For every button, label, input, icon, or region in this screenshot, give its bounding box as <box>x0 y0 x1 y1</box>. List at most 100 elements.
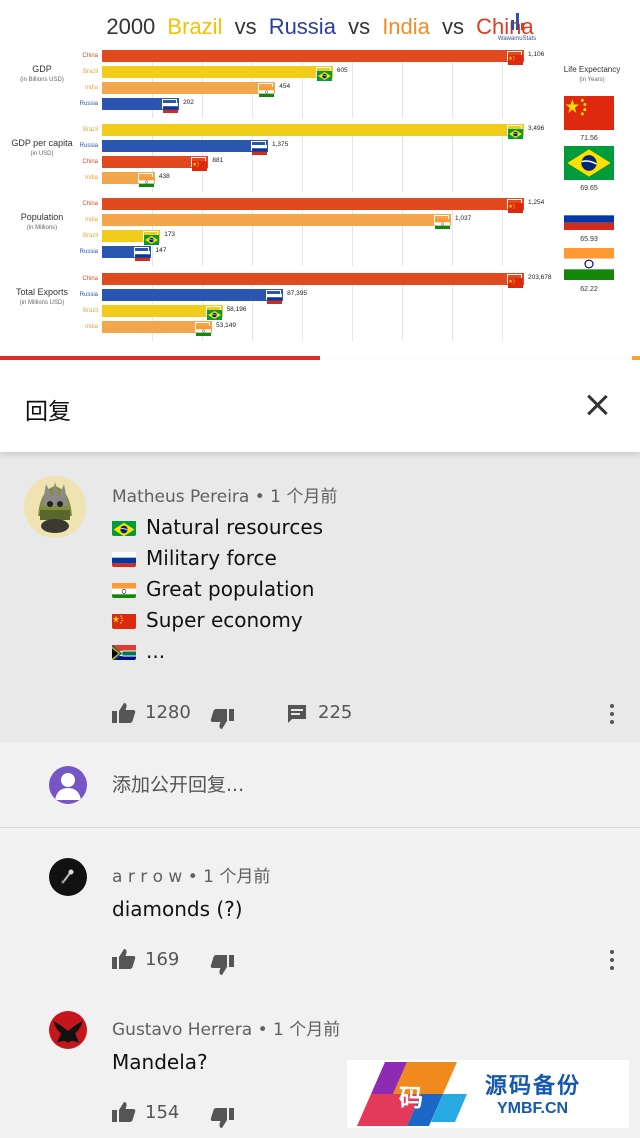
thumbs-up-icon <box>112 949 136 969</box>
chart-category-label: Russia <box>79 101 98 107</box>
bar-flag <box>315 67 332 81</box>
chart-category-label: Brazil <box>82 127 98 133</box>
chart-data-label: 1,254 <box>528 199 545 206</box>
chart-bar <box>102 321 213 336</box>
india-flag-icon <box>564 248 614 280</box>
chart-bar <box>102 98 180 113</box>
comment-meta: Gustavo Herrera • 1 个月前 <box>112 1015 340 1040</box>
chart-category-label: Russia <box>79 292 98 298</box>
chart-bar <box>102 172 155 187</box>
emoji-flag <box>112 581 136 598</box>
chart-data-label: 1,037 <box>454 215 472 222</box>
chart-gridline <box>302 132 303 192</box>
chart-bar <box>102 140 268 155</box>
chart-gridline <box>502 281 503 341</box>
chart-data-label: 53,149 <box>216 322 236 329</box>
comment-line-text: Super economy <box>146 608 303 632</box>
bar-flag <box>250 141 267 155</box>
life-expectancy-unit: (in Years) <box>579 77 605 83</box>
china-flag-icon <box>508 278 523 288</box>
user-avatar <box>49 766 87 804</box>
dislike-button[interactable] <box>210 1107 236 1131</box>
like-button[interactable] <box>112 1101 138 1125</box>
comment-icon <box>288 705 306 723</box>
dislike-button[interactable] <box>210 954 236 978</box>
watermark-url: YMBF.CN <box>497 1100 569 1117</box>
bar-flag <box>162 99 179 113</box>
avatar-image <box>24 476 86 538</box>
comment-line: Military force <box>112 546 277 570</box>
brazil-flag-icon <box>564 146 614 180</box>
comment-author[interactable]: Matheus Pereira <box>112 487 249 507</box>
avatar[interactable] <box>49 858 87 896</box>
chart-gridline <box>352 58 353 118</box>
chart-gridline <box>502 132 503 192</box>
avatar[interactable] <box>24 476 86 538</box>
wawamustats-logo: WawamuStats <box>492 12 542 44</box>
china-flag-icon <box>192 161 208 171</box>
chart-category-label: China <box>82 201 98 207</box>
comment-line: Great population <box>112 577 314 601</box>
user-icon <box>55 773 81 800</box>
title-vs: vs <box>442 14 465 39</box>
comment-author[interactable]: a r r o w <box>112 867 182 887</box>
reply-input[interactable] <box>112 770 592 800</box>
russia-flag-icon <box>112 552 136 567</box>
emoji-flag <box>112 519 136 536</box>
life-expectancy-flag <box>564 146 614 185</box>
comment-line-text: Military force <box>146 546 277 570</box>
chart-bar <box>102 305 223 320</box>
replies-title: 回复 <box>25 399 71 425</box>
chart-bar <box>102 156 209 171</box>
chart-data-label: 147 <box>155 247 167 254</box>
chart-data-label: 438 <box>158 173 170 180</box>
thumbs-down-icon <box>210 709 234 729</box>
dislike-button[interactable] <box>210 708 236 732</box>
replies-header: 回复 <box>0 360 640 452</box>
reply-count-button[interactable] <box>286 703 310 727</box>
chart-gridline <box>502 58 503 118</box>
chart-category-label: India <box>84 324 98 330</box>
life-expectancy-label: Life Expectancy <box>563 65 621 74</box>
life-expectancy-value: 65.93 <box>580 236 598 243</box>
video-player[interactable]: 2000 Brazil vs Russia vs India vs China … <box>0 0 640 360</box>
life-expectancy-value: 71.56 <box>580 135 598 142</box>
chart-category-label: India <box>84 217 98 223</box>
south-africa-flag-icon <box>112 645 136 660</box>
add-reply-bar <box>0 742 640 828</box>
russia-flag-icon <box>564 208 614 230</box>
logo-text: WawamuStats <box>497 36 537 42</box>
chart-data-label: 58,196 <box>226 306 247 313</box>
avatar[interactable] <box>49 1011 87 1049</box>
chart-data-label: 202 <box>183 99 194 106</box>
chart-bar <box>102 289 284 304</box>
bar-flag <box>195 322 212 336</box>
chart-category-label: Brazil <box>82 308 98 314</box>
brazil-flag-icon <box>144 235 160 245</box>
replies-panel: 回复 Matheus Pereira • 1 个月前 Natural resou… <box>0 360 640 1138</box>
title-vs: vs <box>234 14 257 39</box>
close-icon[interactable] <box>580 388 614 422</box>
like-button[interactable] <box>112 702 138 726</box>
chart-data-label: 1,375 <box>271 141 289 148</box>
comment-time: • 1 个月前 <box>182 867 271 887</box>
chart-bar <box>102 273 524 288</box>
more-options-icon[interactable] <box>602 948 622 972</box>
comment-author[interactable]: Gustavo Herrera <box>112 1020 252 1040</box>
brazil-flag-icon <box>206 310 222 320</box>
bar-flag <box>258 83 275 97</box>
bar-flag <box>507 51 523 65</box>
like-button[interactable] <box>112 948 138 972</box>
chart-gridline <box>502 206 503 266</box>
russia-flag-icon <box>163 103 179 113</box>
more-options-icon[interactable] <box>602 702 622 726</box>
bar-flag <box>433 215 450 229</box>
comment-line: Natural resources <box>112 515 323 539</box>
life-expectancy-flag <box>564 208 614 235</box>
bar-flag <box>205 306 222 320</box>
avatar-image <box>49 1011 87 1049</box>
chart-section-label: Total Exports (in Millions USD) <box>0 287 84 309</box>
comment-line: ... <box>112 639 165 663</box>
chart-category-label: Russia <box>79 249 98 255</box>
life-expectancy-value: 62.22 <box>580 286 598 293</box>
